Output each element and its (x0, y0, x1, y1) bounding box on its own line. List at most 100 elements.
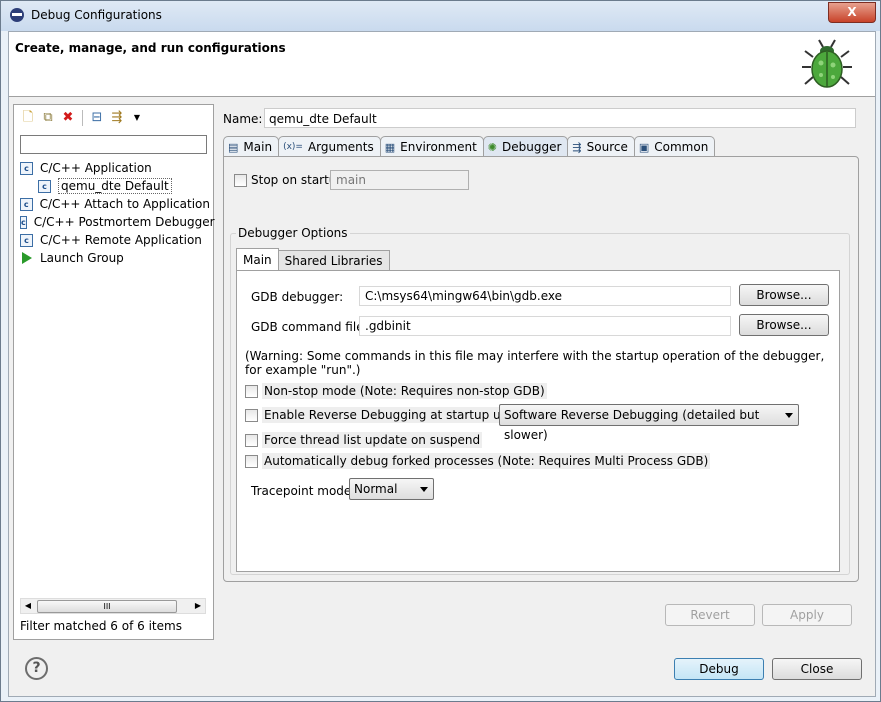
revert-button[interactable]: Revert (665, 604, 755, 626)
name-label: Name: (223, 112, 263, 126)
banner-title: Create, manage, and run configurations (15, 41, 286, 55)
debug-configurations-window: Debug Configurations X Create, manage, a… (0, 0, 881, 702)
chevron-down-icon (420, 487, 428, 492)
tree-item-label: qemu_dte Default (58, 178, 172, 194)
gdb-command-file-label: GDB command file: (251, 320, 368, 334)
nonstop-mode-row: Non-stop mode (Note: Requires non-stop G… (245, 383, 547, 399)
force-thread-row: Force thread list update on suspend (245, 432, 483, 448)
tree-item-cpp-application[interactable]: c C/C++ Application (20, 159, 210, 177)
main-tab-icon: ▤ (228, 140, 239, 154)
gdb-debugger-input[interactable]: C:\msys64\mingw64\bin\gdb.exe (359, 286, 731, 306)
reverse-debugging-selected: Software Reverse Debugging (detailed but… (504, 408, 760, 442)
window-close-button[interactable]: X (828, 2, 876, 23)
nonstop-mode-checkbox[interactable] (245, 384, 258, 398)
stop-on-startup-checkbox[interactable] (234, 173, 247, 187)
tree-item-label: C/C++ Postmortem Debugger (33, 215, 215, 229)
subtab-main[interactable]: Main (236, 248, 279, 270)
auto-fork-row: Automatically debug forked processes (No… (245, 453, 711, 469)
tab-arguments[interactable]: (x)= Arguments (278, 136, 381, 157)
auto-fork-label: Automatically debug forked processes (No… (262, 453, 711, 469)
filter-status: Filter matched 6 of 6 items (20, 619, 182, 633)
new-configuration-icon[interactable]: 🗋 (20, 110, 36, 126)
tab-label: Source (586, 140, 628, 154)
tab-source[interactable]: ⇶ Source (567, 136, 635, 157)
horizontal-scrollbar[interactable]: ◀ III ▶ (20, 598, 206, 614)
filter-icon[interactable]: ⇶ (109, 110, 125, 126)
config-tabs: ▤ Main (x)= Arguments ▦ Environment ✺ De… (223, 136, 716, 157)
tree-item-qemu-dte-default[interactable]: c qemu_dte Default (20, 177, 210, 195)
tab-label: Common (654, 140, 709, 154)
debugger-tab-panel: Stop on startup at: main Debugger Option… (223, 156, 859, 582)
dialog-client: Create, manage, and run configurations 🗋… (8, 31, 876, 697)
source-tab-icon: ⇶ (572, 140, 582, 154)
scroll-right-icon[interactable]: ▶ (191, 599, 205, 613)
tree-item-cpp-remote[interactable]: c C/C++ Remote Application (20, 231, 210, 249)
tree-item-label: C/C++ Remote Application (40, 233, 202, 247)
play-icon (22, 252, 32, 264)
config-toolbar: 🗋 ⧉ ✖ ⊟ ⇶ ▼ (20, 109, 145, 127)
tab-common[interactable]: ▣ Common (633, 136, 716, 157)
c-icon: c (20, 197, 33, 211)
reverse-debugging-checkbox[interactable] (245, 408, 258, 422)
tab-debugger[interactable]: ✺ Debugger (482, 136, 569, 157)
eclipse-icon (10, 8, 24, 22)
arguments-tab-icon: (x)= (283, 142, 303, 152)
tracepoint-mode-label: Tracepoint mode: (251, 484, 356, 498)
scroll-left-icon[interactable]: ◀ (21, 599, 35, 613)
window-title: Debug Configurations (31, 8, 162, 22)
gdb-debugger-label: GDB debugger: (251, 290, 344, 304)
command-file-warning: (Warning: Some commands in this file may… (245, 349, 825, 377)
scroll-thumb[interactable]: III (37, 600, 177, 613)
nonstop-mode-label: Non-stop mode (Note: Requires non-stop G… (262, 383, 547, 399)
collapse-all-icon[interactable]: ⊟ (89, 110, 105, 126)
tab-label: Debugger (502, 140, 562, 154)
name-input[interactable]: qemu_dte Default (264, 108, 856, 128)
c-icon: c (38, 179, 51, 193)
reverse-debugging-row: Enable Reverse Debugging at startup usin… (245, 407, 532, 423)
tab-label: Environment (400, 140, 477, 154)
tab-label: Main (243, 140, 273, 154)
browse-gdb-command-file-button[interactable]: Browse... (739, 314, 829, 336)
tab-environment[interactable]: ▦ Environment (379, 136, 484, 157)
debugger-main-subpanel: GDB debugger: C:\msys64\mingw64\bin\gdb.… (236, 270, 840, 572)
tree-item-cpp-postmortem[interactable]: c C/C++ Postmortem Debugger (20, 213, 215, 231)
configuration-editor: Name: qemu_dte Default ▤ Main (x)= Argum… (217, 104, 871, 634)
tree-item-label: Launch Group (40, 251, 124, 265)
filter-input[interactable] (20, 135, 207, 154)
apply-button[interactable]: Apply (762, 604, 852, 626)
title-bar: Debug Configurations X (1, 1, 880, 31)
configuration-list-panel: 🗋 ⧉ ✖ ⊟ ⇶ ▼ c C/C++ Application c qemu_d… (13, 104, 215, 640)
filter-menu-chevron-down-icon[interactable]: ▼ (129, 110, 145, 126)
debugger-tab-icon: ✺ (487, 140, 497, 154)
configuration-tree: c C/C++ Application c qemu_dte Default c… (20, 159, 215, 267)
c-icon: c (20, 161, 33, 175)
tree-item-cpp-attach[interactable]: c C/C++ Attach to Application (20, 195, 210, 213)
subtab-shared-libraries[interactable]: Shared Libraries (277, 250, 390, 270)
tracepoint-mode-select[interactable]: Normal (349, 478, 434, 500)
tree-item-launch-group[interactable]: Launch Group (20, 249, 210, 267)
tracepoint-mode-selected: Normal (354, 482, 398, 496)
toolbar-separator (82, 110, 83, 126)
force-thread-checkbox[interactable] (245, 433, 258, 447)
tab-main[interactable]: ▤ Main (223, 136, 280, 157)
tree-item-label: C/C++ Application (40, 161, 152, 175)
debugger-subtabs: Main Shared Libraries (236, 248, 390, 270)
force-thread-label: Force thread list update on suspend (262, 432, 483, 448)
auto-fork-checkbox[interactable] (245, 454, 258, 468)
reverse-debugging-select[interactable]: Software Reverse Debugging (detailed but… (499, 404, 799, 442)
environment-tab-icon: ▦ (384, 140, 396, 154)
browse-gdb-debugger-button[interactable]: Browse... (739, 284, 829, 306)
c-icon: c (20, 233, 33, 247)
debugger-options-title: Debugger Options (236, 226, 350, 240)
delete-configuration-icon[interactable]: ✖ (60, 110, 76, 126)
common-tab-icon: ▣ (638, 140, 650, 154)
chevron-down-icon (785, 413, 793, 418)
close-button[interactable]: Close (772, 658, 862, 680)
duplicate-configuration-icon[interactable]: ⧉ (40, 110, 56, 126)
stop-on-startup-input[interactable]: main (330, 170, 469, 190)
debug-button[interactable]: Debug (674, 658, 764, 680)
reverse-debugging-label: Enable Reverse Debugging at startup usin… (262, 407, 532, 423)
help-icon[interactable]: ? (25, 657, 48, 680)
gdb-command-file-input[interactable]: .gdbinit (359, 316, 731, 336)
banner: Create, manage, and run configurations (9, 32, 875, 97)
